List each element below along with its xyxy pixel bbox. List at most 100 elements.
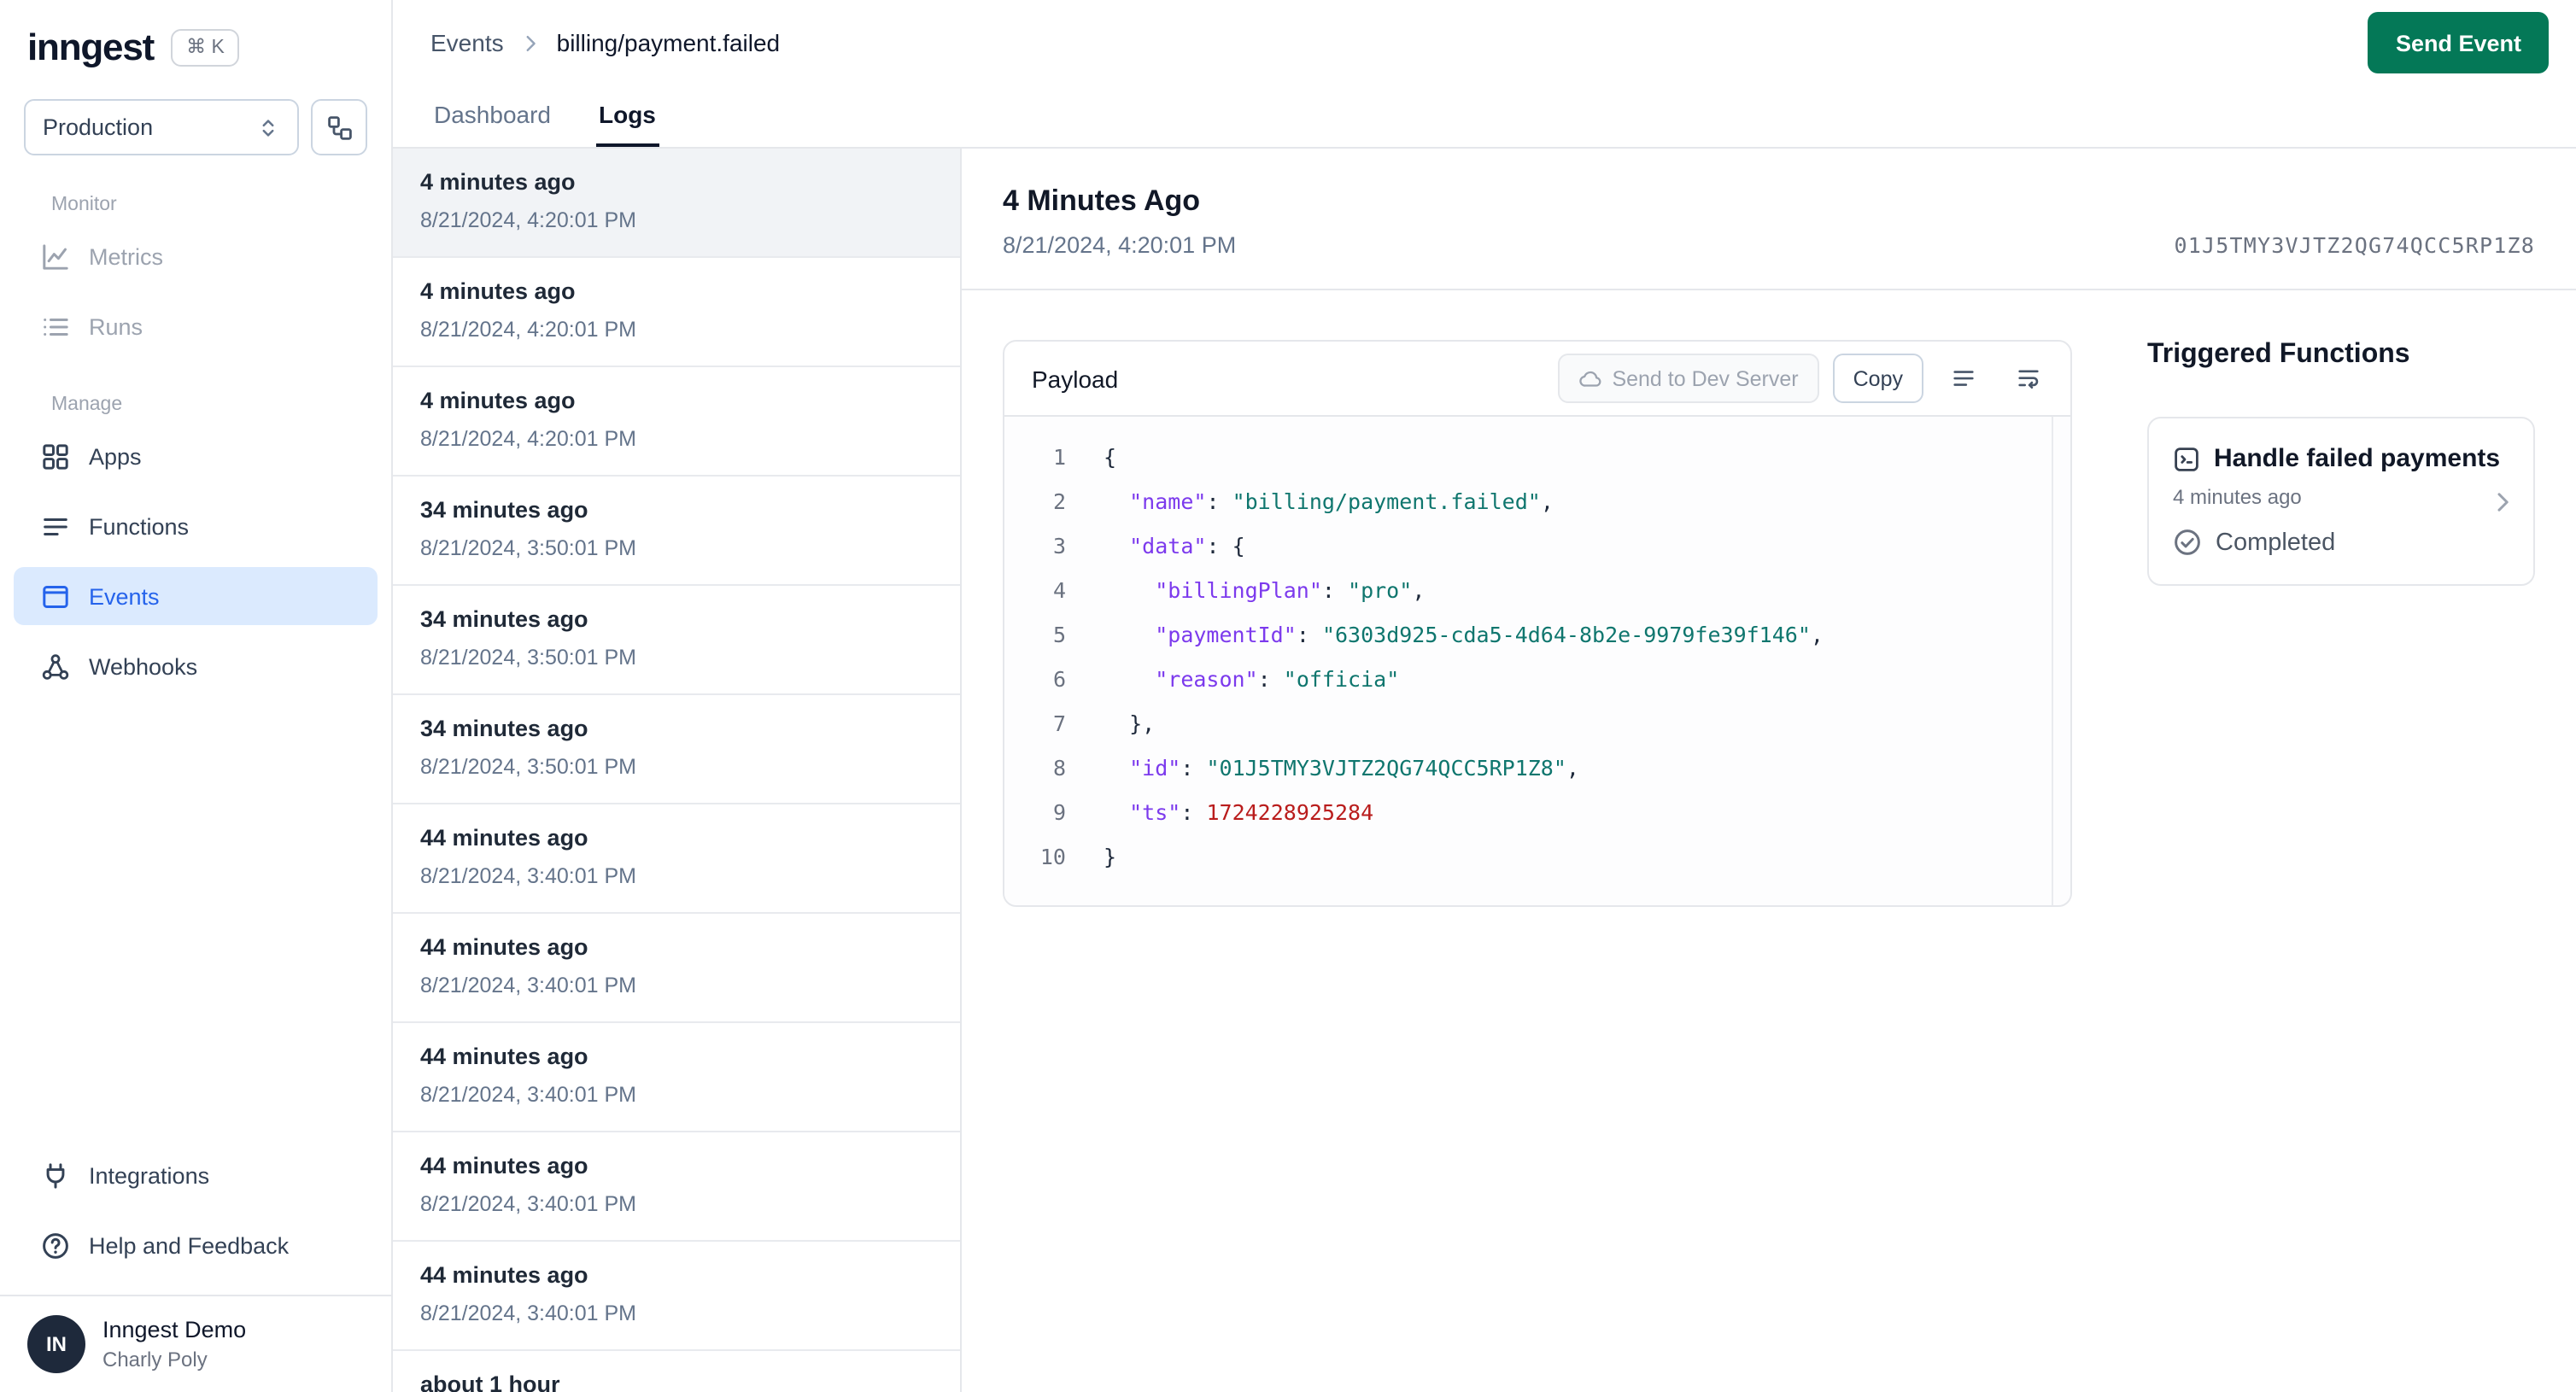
event-timestamp: 8/21/2024, 4:20:01 PM [1003, 232, 1237, 258]
event-list-item[interactable]: 4 minutes ago 8/21/2024, 4:20:01 PM [393, 149, 960, 258]
app-root: inngest ⌘ K Production Monitor Metrics R… [0, 0, 2576, 1392]
event-item-relative: 4 minutes ago [420, 388, 576, 413]
line-number: 3 [1052, 533, 1066, 559]
payload-title: Payload [1032, 365, 1119, 392]
sidebar-item-label: Webhooks [89, 653, 198, 679]
inngest-logo[interactable]: inngest [27, 26, 155, 70]
send-to-dev-server-button[interactable]: Send to Dev Server [1557, 354, 1819, 403]
line-code: }, [1129, 711, 1156, 736]
event-item-relative: 34 minutes ago [420, 606, 588, 632]
status-badge: Completed [2216, 529, 2336, 556]
event-detail: 4 Minutes Ago 8/21/2024, 4:20:01 PM 01J5… [962, 149, 2576, 1392]
code-scrollbar[interactable] [2052, 417, 2053, 905]
send-event-button[interactable]: Send Event [2368, 12, 2549, 73]
line-number: 5 [1052, 622, 1066, 647]
event-item-relative: 44 minutes ago [420, 934, 588, 960]
send-to-dev-server-label: Send to Dev Server [1612, 366, 1799, 390]
event-item-relative: 34 minutes ago [420, 716, 588, 741]
tab-logs[interactable]: Logs [595, 85, 659, 147]
event-list-item[interactable]: 44 minutes ago 8/21/2024, 3:40:01 PM [393, 914, 960, 1023]
event-item-timestamp: 8/21/2024, 4:20:01 PM [420, 318, 636, 342]
sidebar-item-webhooks[interactable]: Webhooks [14, 637, 378, 695]
sidebar-item-label: Functions [89, 513, 190, 539]
breadcrumb: Events billing/payment.failed [430, 29, 780, 56]
word-wrap-icon [2015, 366, 2040, 391]
command-k-shortcut[interactable]: ⌘ K [171, 29, 240, 67]
integrations-icon [41, 1161, 70, 1190]
sidebar-item-help[interactable]: Help and Feedback [14, 1216, 378, 1274]
event-list-item[interactable]: 4 minutes ago 8/21/2024, 4:20:01 PM [393, 367, 960, 477]
user-menu[interactable]: IN Inngest Demo Charly Poly [0, 1295, 391, 1392]
line-number: 4 [1052, 577, 1066, 603]
user-name: Inngest Demo [102, 1317, 247, 1342]
event-list-item[interactable]: 34 minutes ago 8/21/2024, 3:50:01 PM [393, 586, 960, 695]
environments-button[interactable] [311, 99, 367, 155]
line-number: 6 [1052, 666, 1066, 692]
breadcrumb-current: billing/payment.failed [556, 29, 781, 56]
sidebar: inngest ⌘ K Production Monitor Metrics R… [0, 0, 393, 1392]
function-icon [2173, 445, 2200, 472]
chevron-up-down-icon [256, 115, 280, 139]
function-status: Completed [2173, 528, 2509, 557]
sidebar-item-functions[interactable]: Functions [14, 497, 378, 555]
payload-header: Payload Send to Dev Server Copy [1004, 342, 2070, 417]
code-line: 10 } [1004, 835, 2070, 880]
sidebar-item-metrics[interactable]: Metrics [14, 227, 378, 285]
event-item-timestamp: 8/21/2024, 4:20:01 PM [420, 208, 636, 232]
sidebar-item-integrations[interactable]: Integrations [14, 1146, 378, 1204]
event-list-item[interactable]: about 1 hour [393, 1351, 960, 1392]
event-list-item[interactable]: 44 minutes ago 8/21/2024, 3:40:01 PM [393, 1242, 960, 1351]
copy-button[interactable]: Copy [1832, 354, 1923, 403]
triggered-functions-title: Triggered Functions [2147, 340, 2410, 369]
runs-icon [41, 312, 70, 341]
event-item-timestamp: 8/21/2024, 3:40:01 PM [420, 864, 636, 888]
tab-dashboard[interactable]: Dashboard [430, 85, 554, 147]
function-relative-time: 4 minutes ago [2173, 485, 2302, 509]
line-number: 10 [1039, 844, 1066, 869]
events-icon [41, 582, 70, 611]
tabs: Dashboard Logs [430, 85, 2549, 147]
event-list[interactable]: 4 minutes ago 8/21/2024, 4:20:01 PM 4 mi… [393, 149, 962, 1392]
event-list-item[interactable]: 44 minutes ago 8/21/2024, 3:40:01 PM [393, 1023, 960, 1132]
line-code: "id": "01J5TMY3VJTZ2QG74QCC5RP1Z8", [1129, 755, 1579, 781]
event-title: 4 Minutes Ago [1003, 184, 1201, 217]
line-number: 1 [1052, 444, 1066, 470]
environment-select[interactable]: Production [24, 99, 299, 155]
sidebar-item-label: Help and Feedback [89, 1232, 290, 1258]
line-number: 7 [1052, 711, 1066, 736]
function-title-row: Handle failed payments [2173, 444, 2509, 473]
triggered-functions-panel: Triggered Functions Handle failed paymen… [2147, 340, 2535, 907]
line-number: 8 [1052, 755, 1066, 781]
payload-code-lines: 1 { 2 "name": "billing/payment.failed", … [1004, 436, 2070, 880]
event-item-timestamp: 8/21/2024, 3:50:01 PM [420, 755, 636, 779]
event-list-item[interactable]: 34 minutes ago 8/21/2024, 3:50:01 PM [393, 695, 960, 804]
format-lines-button[interactable] [1937, 354, 1988, 402]
event-detail-body: Payload Send to Dev Server Copy 1 {2 "n… [962, 290, 2576, 956]
align-left-icon [1950, 366, 1976, 391]
event-list-item[interactable]: 34 minutes ago 8/21/2024, 3:50:01 PM [393, 477, 960, 586]
chevron-right-icon [2489, 488, 2516, 515]
sidebar-item-runs[interactable]: Runs [14, 297, 378, 355]
triggered-function-card[interactable]: Handle failed payments 4 minutes ago Com… [2147, 417, 2535, 586]
payload-code[interactable]: 1 { 2 "name": "billing/payment.failed", … [1004, 417, 2070, 905]
event-list-item[interactable]: 4 minutes ago 8/21/2024, 4:20:01 PM [393, 258, 960, 367]
sidebar-item-apps[interactable]: Apps [14, 427, 378, 485]
section-label-monitor: Monitor [51, 195, 117, 215]
event-item-timestamp: 8/21/2024, 3:40:01 PM [420, 1192, 636, 1216]
dev-server-icon [1578, 366, 1601, 390]
event-item-relative: 4 minutes ago [420, 278, 576, 304]
breadcrumb-events-link[interactable]: Events [430, 29, 504, 56]
sidebar-item-events[interactable]: Events [14, 567, 378, 625]
code-line: 4 "billingPlan": "pro", [1004, 569, 2070, 613]
word-wrap-button[interactable] [2002, 354, 2053, 402]
event-list-item[interactable]: 44 minutes ago 8/21/2024, 3:40:01 PM [393, 1132, 960, 1242]
event-detail-header-left: 4 Minutes Ago 8/21/2024, 4:20:01 PM [1003, 184, 1236, 258]
functions-icon [41, 512, 70, 541]
event-item-timestamp: 8/21/2024, 3:40:01 PM [420, 974, 636, 997]
user-names: Inngest Demo Charly Poly [102, 1315, 246, 1373]
event-list-item[interactable]: 44 minutes ago 8/21/2024, 3:40:01 PM [393, 804, 960, 914]
line-number: 9 [1052, 799, 1066, 825]
line-code: } [1104, 844, 1117, 869]
logo-row: inngest ⌘ K [0, 0, 391, 89]
event-item-timestamp: 8/21/2024, 3:40:01 PM [420, 1301, 636, 1325]
